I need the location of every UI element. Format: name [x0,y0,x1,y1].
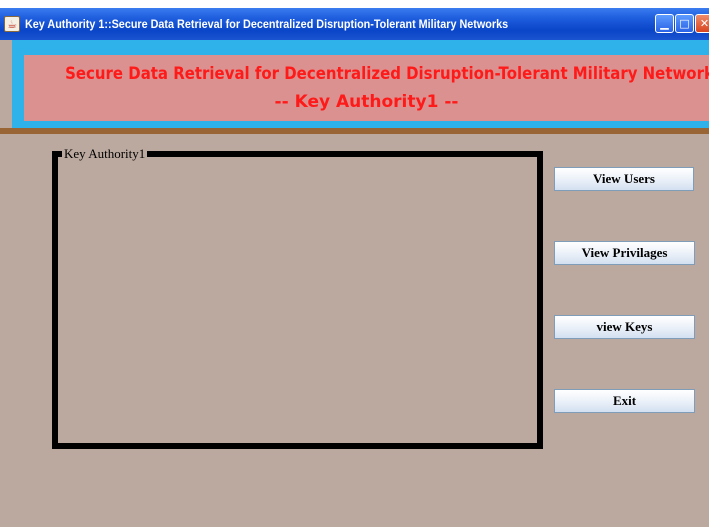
banner-subheading: -- Key Authority1 -- [274,92,459,112]
close-icon: ✕ [699,17,709,30]
view-keys-button[interactable]: view Keys [554,315,695,339]
divider [0,128,709,134]
minimize-icon: ▁ [660,17,669,30]
banner-heading: Secure Data Retrieval for Decentralized … [65,64,709,84]
view-users-button[interactable]: View Users [554,167,694,191]
view-privilages-button[interactable]: View Privilages [554,241,695,265]
panel-title: Key Authority1 [62,146,148,162]
exit-button[interactable]: Exit [554,389,695,413]
title-bar[interactable]: ☕ Key Authority 1::Secure Data Retrieval… [0,8,709,40]
maximize-icon: □ [679,17,690,30]
java-coffee-icon[interactable]: ☕ [4,16,20,32]
key-authority-panel [52,151,543,449]
close-button[interactable]: ✕ [695,14,709,33]
maximize-button[interactable]: □ [675,14,694,33]
key-authority-window: ☕ Key Authority 1::Secure Data Retrieval… [0,0,709,527]
window-title: Key Authority 1::Secure Data Retrieval f… [25,17,509,31]
minimize-button[interactable]: ▁ [655,14,674,33]
left-edge [0,40,12,128]
background-strip [0,0,709,8]
